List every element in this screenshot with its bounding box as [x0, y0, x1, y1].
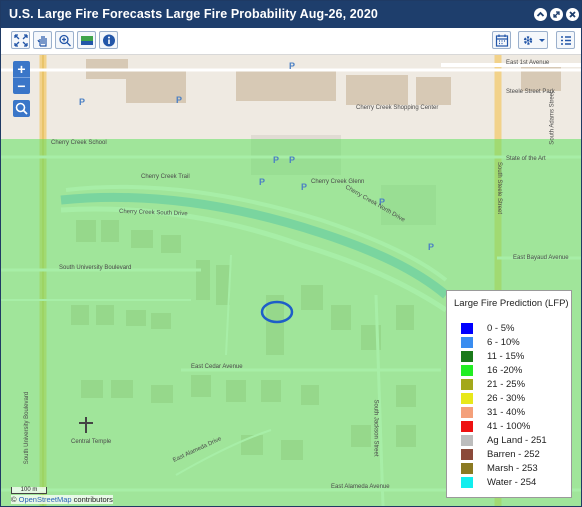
legend-swatch: [461, 351, 473, 362]
legend-title: Large Fire Prediction (LFP): [454, 298, 569, 309]
selected-location-marker[interactable]: [259, 299, 295, 325]
label-south-adams-street: South Adams Street: [549, 91, 556, 145]
svg-text:P: P: [259, 177, 265, 187]
legend-swatch: [461, 449, 473, 460]
legend-label: 16 -20%: [487, 365, 523, 376]
gear-icon: [523, 36, 545, 45]
scale-bar: 100 m: [11, 487, 47, 494]
zoom-box-button[interactable]: [55, 31, 74, 49]
svg-text:P: P: [176, 95, 182, 105]
label-cherry-creek-glenn: Cherry Creek Glenn: [311, 179, 365, 185]
label-south-university-vertical: South University Boulevard: [24, 391, 31, 465]
info-button[interactable]: [99, 31, 118, 49]
pan-button[interactable]: [33, 31, 52, 49]
label-east-1st-avenue: East 1st Avenue: [506, 60, 550, 66]
legend-swatch: [461, 393, 473, 404]
legend-label: Marsh - 253: [487, 463, 538, 474]
label-cherry-creek-shopping-center: Cherry Creek Shopping Center: [356, 105, 439, 111]
attribution-copyright: ©: [11, 495, 17, 504]
svg-text:P: P: [301, 182, 307, 192]
layers-button[interactable]: [77, 31, 96, 49]
zoom-in-button[interactable]: +: [13, 61, 30, 77]
map-search-button[interactable]: [13, 100, 30, 117]
legend-swatch: [461, 323, 473, 334]
legend-swatch: [461, 421, 473, 432]
legend-list-button[interactable]: [556, 31, 575, 49]
label-east-alameda-avenue: East Alameda Avenue: [331, 484, 390, 490]
legend-swatch: [461, 477, 473, 488]
openstreetmap-link[interactable]: OpenStreetMap: [19, 495, 72, 504]
label-cherry-creek-school: Cherry Creek School: [51, 140, 107, 146]
label-central-temple: Central Temple: [71, 439, 112, 445]
close-icon: [569, 11, 576, 18]
legend-label: 6 - 10%: [487, 337, 520, 348]
search-icon: [15, 102, 28, 115]
svg-text:P: P: [289, 61, 295, 71]
settings-dropdown-button[interactable]: [518, 31, 548, 49]
calendar-button[interactable]: [492, 31, 511, 49]
map-view[interactable]: PPP PPP PPP P Cherry Creek Trail Cherry …: [1, 55, 581, 506]
legend-swatch: [461, 435, 473, 446]
label-state-of-the-art: State of the Art: [506, 156, 546, 162]
list-icon: [561, 36, 571, 45]
label-south-steele-street: South Steele Street: [496, 161, 503, 215]
label-steele-street-park: Steele Street Park: [506, 89, 555, 95]
label-east-cedar-avenue: East Cedar Avenue: [191, 364, 243, 370]
legend-swatch: [461, 337, 473, 348]
label-east-bayaud-avenue: East Bayaud Avenue: [513, 255, 569, 261]
legend-label: 21 - 25%: [487, 379, 526, 390]
legend-label: 41 - 100%: [487, 421, 531, 432]
legend-swatch: [461, 365, 473, 376]
calendar-icon: [495, 34, 509, 47]
legend-swatch: [461, 463, 473, 474]
full-extent-button[interactable]: [11, 31, 30, 49]
layers-icon: [81, 36, 93, 45]
svg-text:P: P: [428, 242, 434, 252]
legend-swatch: [461, 379, 473, 390]
zoom-control: + −: [13, 61, 30, 94]
label-cherry-creek-trail: Cherry Creek Trail: [141, 174, 190, 180]
map-attribution: © OpenStreetMap contributors: [11, 495, 113, 504]
chevron-up-icon: [536, 11, 545, 17]
svg-text:P: P: [273, 155, 279, 165]
toolbar: [1, 28, 581, 55]
legend-label: 31 - 40%: [487, 407, 526, 418]
close-button[interactable]: [566, 8, 579, 21]
legend-label: Barren - 252: [487, 449, 540, 460]
legend-swatch: [461, 407, 473, 418]
collapse-button[interactable]: [534, 8, 547, 21]
legend-label: 11 - 15%: [487, 351, 525, 362]
full-extent-icon: [14, 34, 28, 47]
title-bar: U.S. Large Fire Forecasts Large Fire Pro…: [1, 1, 581, 28]
legend-label: Ag Land - 251: [487, 435, 547, 446]
attribution-suffix: contributors: [73, 495, 113, 504]
legend-panel: Large Fire Prediction (LFP) 0 - 5% 6 - 10…: [446, 290, 572, 498]
expand-icon: [553, 11, 560, 18]
label-south-jackson-street: South Jackson Street: [372, 399, 379, 457]
info-icon: [103, 34, 115, 47]
window-title: U.S. Large Fire Forecasts Large Fire Pro…: [9, 7, 378, 21]
zoom-out-button[interactable]: −: [13, 77, 30, 94]
svg-text:P: P: [289, 155, 295, 165]
pan-hand-icon: [37, 36, 47, 47]
maximize-button[interactable]: [550, 8, 563, 21]
legend-label: Water - 254: [487, 477, 537, 488]
label-south-university-boulevard: South University Boulevard: [59, 265, 132, 271]
svg-text:P: P: [79, 97, 85, 107]
legend-label: 0 - 5%: [487, 323, 515, 334]
app-window: U.S. Large Fire Forecasts Large Fire Pro…: [0, 0, 582, 507]
legend-label: 26 - 30%: [487, 393, 526, 404]
zoom-in-box-icon: [59, 34, 71, 47]
